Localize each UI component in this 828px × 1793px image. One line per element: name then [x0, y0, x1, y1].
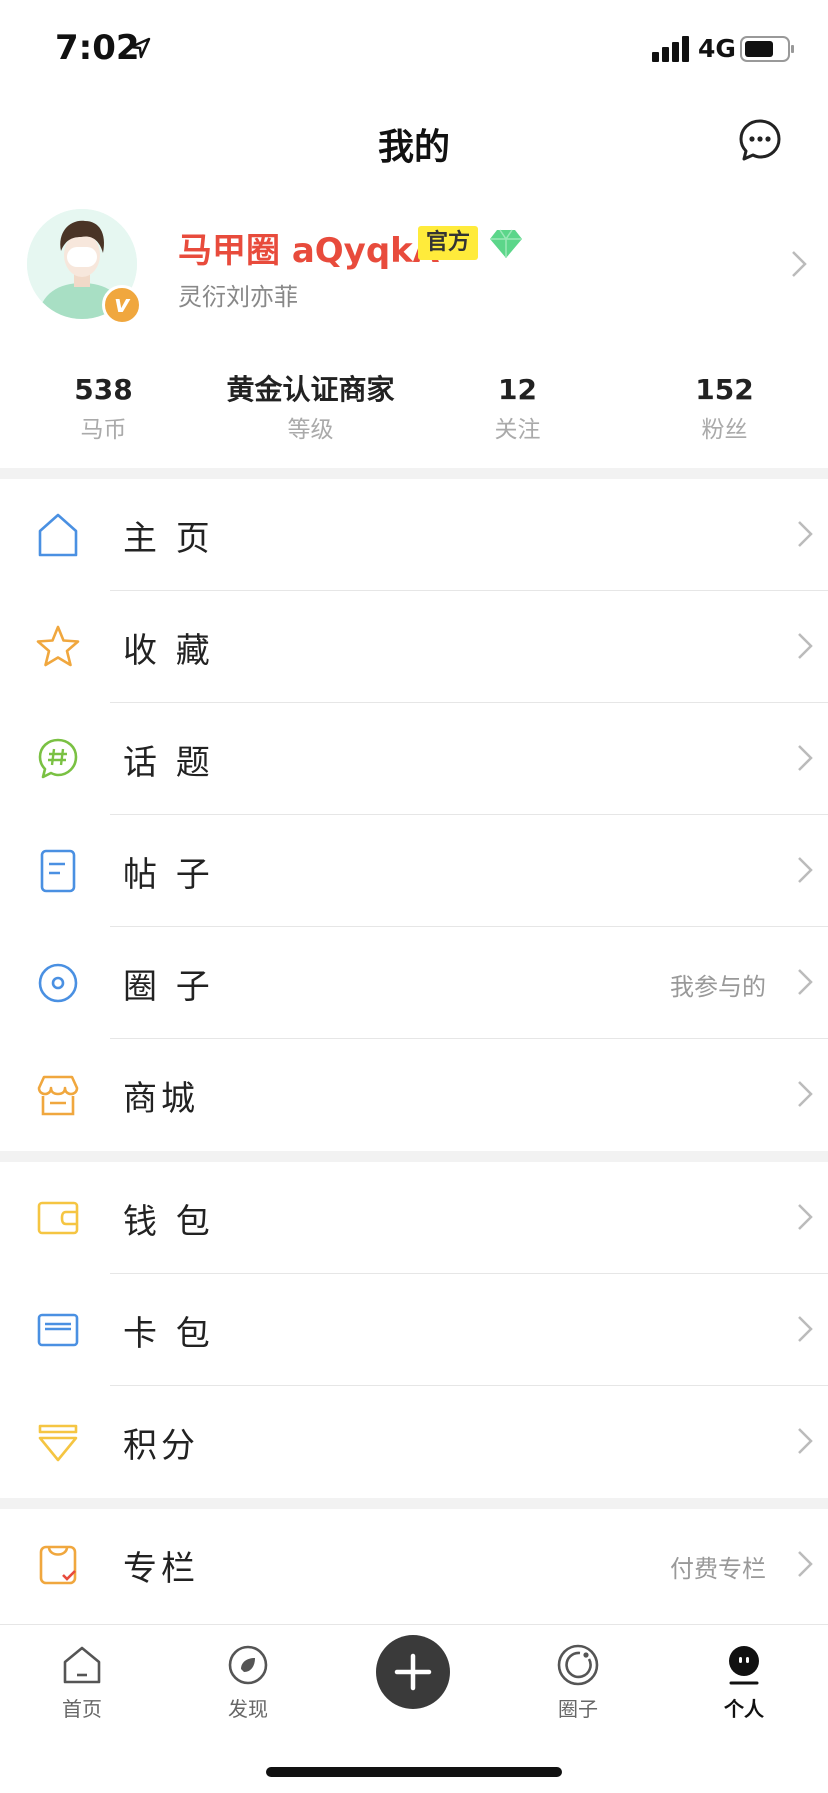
column-bag-icon [39, 1545, 77, 1585]
menu-label: 主 页 [123, 519, 214, 559]
menu-item-wallet[interactable]: 钱 包 [0, 1162, 828, 1274]
menu-item-points[interactable]: 积分 [0, 1386, 828, 1498]
stat-value: 538 [74, 373, 133, 406]
menu-label: 商城 [123, 1079, 199, 1119]
chevron-right-icon [798, 1204, 813, 1230]
location-arrow-icon [129, 37, 151, 59]
battery-icon [740, 36, 794, 62]
tab-label: 首页 [62, 1697, 102, 1721]
menu-item-posts[interactable]: 帖 子 [0, 815, 828, 927]
menu-item-circles[interactable]: 圈 子 我参与的 [0, 927, 828, 1039]
tab-discover[interactable]: 发现 [188, 1643, 308, 1722]
tab-me[interactable]: 个人 [684, 1643, 804, 1722]
menu-item-topics[interactable]: 话 题 [0, 703, 828, 815]
stat-label: 粉丝 [701, 417, 748, 443]
circle-target-icon [38, 963, 78, 1003]
signal-icon [652, 36, 689, 62]
chevron-right-icon [792, 251, 807, 277]
home-tab-icon [63, 1646, 101, 1684]
stat-level[interactable]: 黄金认证商家 等级 [207, 370, 414, 450]
person-tab-icon [729, 1646, 759, 1685]
tab-label: 发现 [228, 1697, 268, 1721]
official-badge: 官方 [418, 226, 479, 260]
home-indicator [266, 1767, 562, 1777]
stat-label: 马币 [80, 417, 127, 443]
menu-item-cards[interactable]: 卡 包 [0, 1274, 828, 1386]
section-gap [0, 468, 828, 479]
points-icon [38, 1424, 78, 1462]
home-icon [38, 513, 78, 557]
tab-home[interactable]: 首页 [22, 1643, 142, 1722]
chevron-right-icon [798, 1551, 813, 1577]
discover-tab-icon [228, 1645, 268, 1685]
nav-bar: 我的 [0, 100, 828, 190]
menu-label: 圈 子 [123, 967, 214, 1007]
star-icon [36, 625, 80, 667]
stat-coins[interactable]: 538 马币 [0, 370, 207, 450]
menu-item-column[interactable]: 专栏 付费专栏 [0, 1509, 828, 1621]
chevron-right-icon [798, 521, 813, 547]
menu-hint: 付费专栏 [670, 1555, 766, 1583]
chevron-right-icon [798, 1081, 813, 1107]
menu-label: 专栏 [123, 1549, 199, 1589]
chevron-right-icon [798, 745, 813, 771]
chevron-right-icon [798, 1316, 813, 1342]
chevron-right-icon [798, 633, 813, 659]
page-title: 我的 [377, 127, 450, 168]
card-icon [37, 1313, 79, 1347]
tab-circles[interactable]: 圈子 [518, 1643, 638, 1722]
circles-tab-icon [557, 1644, 599, 1686]
menu-item-favorites[interactable]: 收 藏 [0, 591, 828, 703]
stat-value: 黄金认证商家 [226, 373, 395, 406]
diamond-icon [490, 229, 522, 258]
stat-followers[interactable]: 152 粉丝 [621, 370, 828, 450]
menu-item-mall[interactable]: 商城 [0, 1039, 828, 1151]
stat-label: 关注 [494, 417, 541, 443]
menu-label: 卡 包 [123, 1314, 214, 1354]
menu-label: 收 藏 [123, 631, 214, 671]
status-time: 7:02 [55, 28, 140, 68]
section-gap [0, 1498, 828, 1509]
message-icon[interactable] [738, 118, 782, 162]
menu-label: 帖 子 [123, 855, 214, 895]
stat-value: 152 [695, 373, 754, 406]
chevron-right-icon [798, 1428, 813, 1454]
stat-label: 等级 [287, 417, 334, 443]
profile-header[interactable]: v 马甲圈 aQyqkA 官方 灵衍刘亦菲 [0, 205, 828, 345]
shop-icon [37, 1075, 79, 1116]
section-gap [0, 1151, 828, 1162]
status-bar: 7:02 4G [0, 0, 828, 100]
tab-label: 圈子 [558, 1697, 598, 1721]
network-type: 4G [698, 34, 736, 63]
chevron-right-icon [798, 969, 813, 995]
plus-icon [394, 1653, 432, 1691]
menu-item-home[interactable]: 主 页 [0, 479, 828, 591]
username: 马甲圈 aQyqkA [178, 231, 440, 271]
stat-following[interactable]: 12 关注 [414, 370, 621, 450]
stats-row: 538 马币 黄金认证商家 等级 12 关注 152 粉丝 [0, 370, 828, 460]
add-button[interactable] [376, 1635, 450, 1709]
tab-label: 个人 [724, 1697, 764, 1721]
profile-subtitle: 灵衍刘亦菲 [178, 283, 298, 311]
menu-label: 话 题 [123, 743, 214, 783]
menu-hint: 我参与的 [670, 973, 766, 1001]
document-icon [40, 849, 76, 893]
chevron-right-icon [798, 857, 813, 883]
wallet-icon [37, 1201, 79, 1235]
verified-badge: v [102, 285, 142, 325]
hashtag-chat-icon [38, 738, 78, 779]
menu-label: 积分 [123, 1426, 199, 1466]
menu-label: 钱 包 [123, 1202, 214, 1242]
stat-value: 12 [498, 373, 537, 406]
